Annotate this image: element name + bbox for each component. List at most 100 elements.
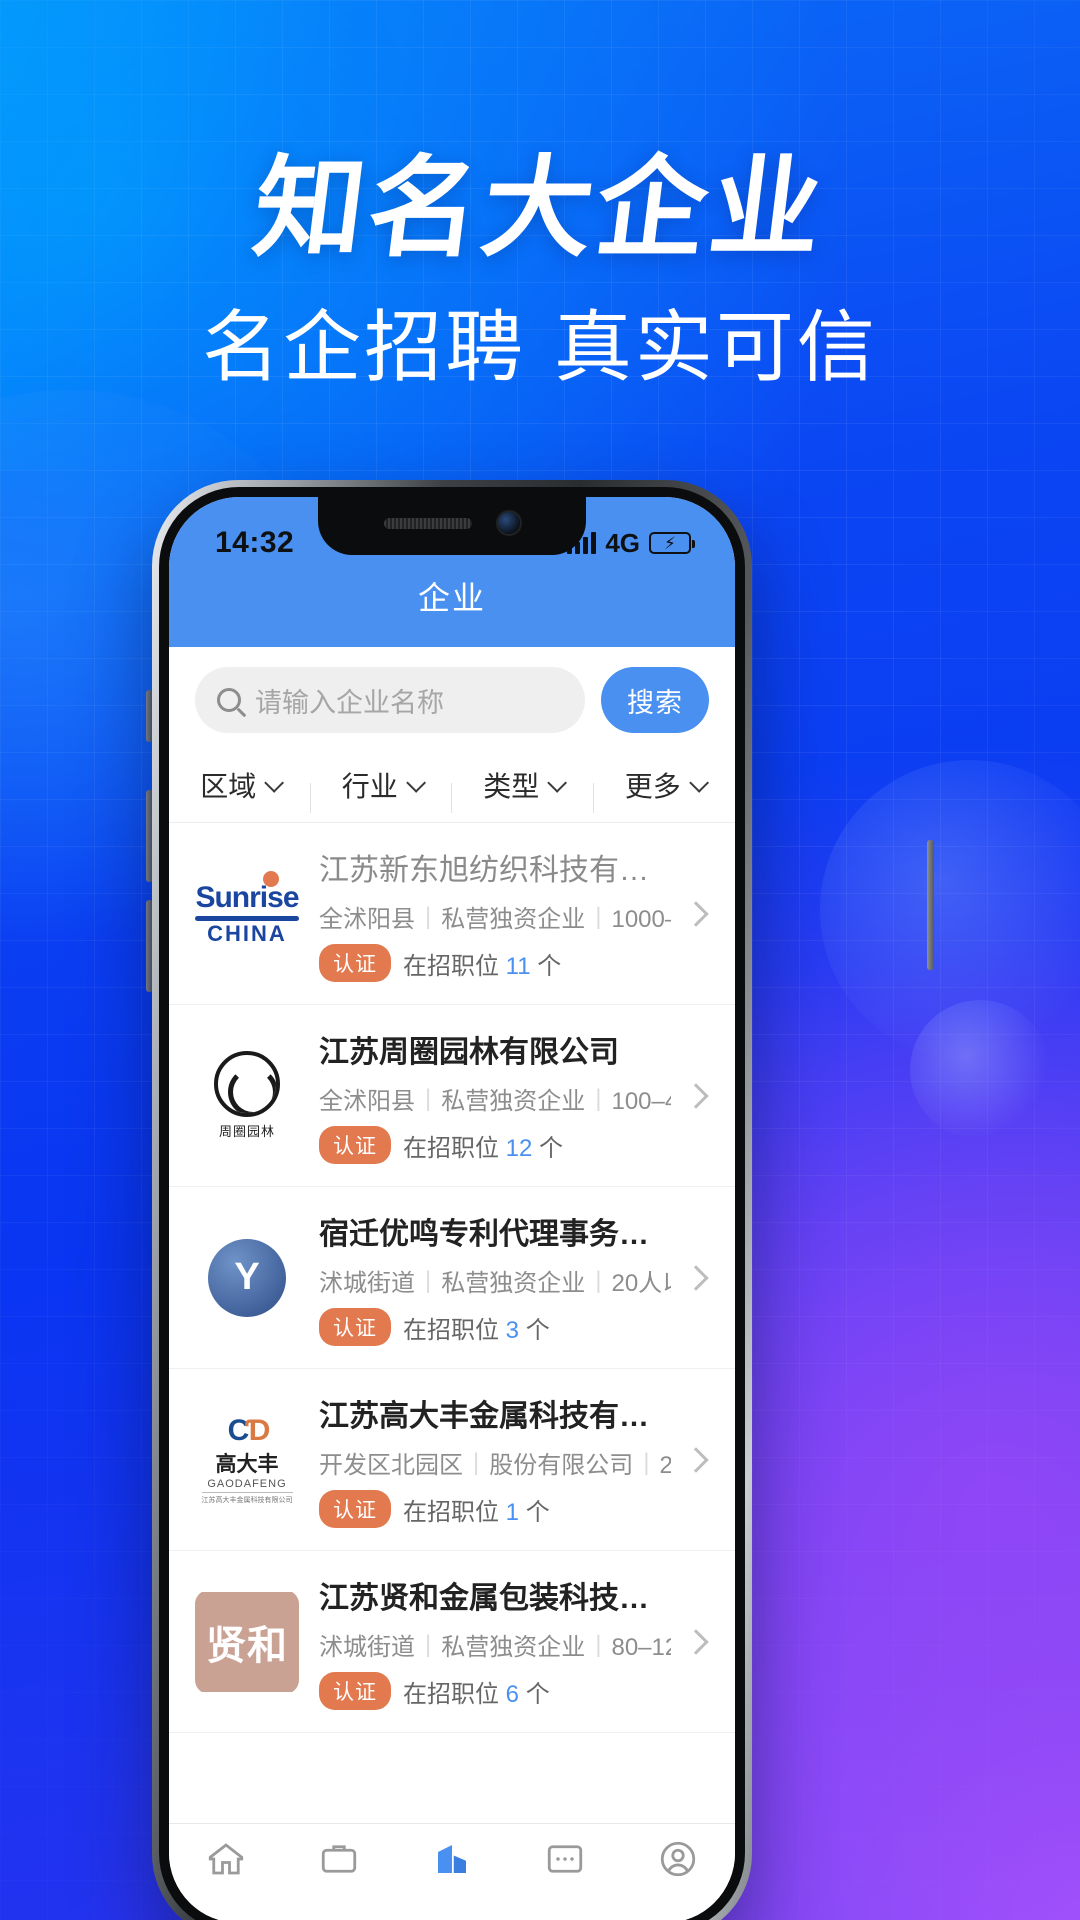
phone-screen: 14:32 4G ⚡ 企业 请输入企业名称 搜索 区域 行业 类型 更多 Sun… xyxy=(169,497,735,1920)
search-button[interactable]: 搜索 xyxy=(601,667,709,733)
company-logo: 贤和 xyxy=(191,1591,303,1692)
job-count-value: 12 xyxy=(505,1134,533,1162)
job-count-suffix: 个 xyxy=(525,1680,550,1708)
battery-charging-icon: ⚡ xyxy=(649,532,695,554)
job-count-prefix: 在招职位 xyxy=(403,1316,499,1344)
logo-mark xyxy=(214,1051,280,1117)
job-count-suffix: 个 xyxy=(525,1498,550,1526)
chevron-right-icon xyxy=(683,1446,709,1473)
meta-separator: | xyxy=(425,902,432,930)
company-meta: 沭城街道 | 私营独资企业 | 20人以下人 xyxy=(319,1263,671,1298)
job-count-suffix: 个 xyxy=(537,952,562,980)
company-logo: CƊ 高大丰 GAODAFENG 江苏高大丰金属科技有限公司 xyxy=(191,1410,303,1510)
company-meta: 全沭阳县 | 私营独资企业 | 100–499人 xyxy=(319,1081,671,1116)
tab-home[interactable] xyxy=(169,1838,282,1880)
profile-icon xyxy=(661,1841,696,1877)
meta-separator: | xyxy=(473,1448,480,1476)
company-logo: Sunrise CHINA xyxy=(191,864,303,964)
table-row[interactable]: Sunrise CHINA 江苏新东旭纺织科技有限公司 全沭阳县 | 私营独资企… xyxy=(169,823,735,1005)
logo-wave xyxy=(195,915,299,921)
company-size: 100–499人 xyxy=(611,1088,671,1115)
company-status-row: 认证 在招职位 11 个 xyxy=(319,944,671,982)
company-body: 江苏高大丰金属科技有限公司 开发区北园区 | 股份有限公司 | 20–99人 认… xyxy=(319,1391,671,1528)
phone-notch xyxy=(318,497,586,555)
company-size: 20–99人 xyxy=(659,1445,671,1480)
company-district: 沭城街道 xyxy=(319,1270,415,1297)
meta-separator: | xyxy=(643,1448,650,1476)
company-nature: 私营独资企业 xyxy=(441,1270,586,1297)
filter-more[interactable]: 更多 xyxy=(594,765,736,805)
company-body: 江苏贤和金属包装科技有限公司 沭城街道 | 私营独资企业 | 80–120人 认… xyxy=(319,1573,671,1710)
sunrise-china-logo: Sunrise CHINA xyxy=(195,870,300,945)
status-indicators: 4G ⚡ xyxy=(567,527,695,559)
company-district: 全沭阳县 xyxy=(319,906,415,933)
tab-messages[interactable] xyxy=(509,1838,622,1880)
poster-subline: 名企招聘 真实可信 xyxy=(202,303,878,393)
company-status-row: 认证 在招职位 12 个 xyxy=(319,1126,671,1164)
logo-footer: 江苏高大丰金属科技有限公司 xyxy=(201,1492,293,1505)
status-badge: 认证 xyxy=(319,944,391,982)
phone-mockup: 14:32 4G ⚡ 企业 请输入企业名称 搜索 区域 行业 类型 更多 Sun… xyxy=(152,480,752,1920)
filter-type[interactable]: 类型 xyxy=(452,765,594,813)
table-row[interactable]: 贤和 江苏贤和金属包装科技有限公司 沭城街道 | 私营独资企业 | 80–120… xyxy=(169,1551,735,1733)
company-name: 江苏高大丰金属科技有限公司 xyxy=(319,1400,671,1433)
phone-bezel: 14:32 4G ⚡ 企业 请输入企业名称 搜索 区域 行业 类型 更多 Sun… xyxy=(159,487,745,1920)
search-row: 请输入企业名称 搜索 xyxy=(169,647,735,747)
filter-industry[interactable]: 行业 xyxy=(311,765,453,813)
table-row[interactable]: 宿迁优鸣专利代理事务所（普通... 沭城街道 | 私营独资企业 | 20人以下人… xyxy=(169,1187,735,1369)
job-count-prefix: 在招职位 xyxy=(403,1134,499,1162)
company-meta: 开发区北园区 | 股份有限公司 | 20–99人 xyxy=(319,1445,671,1480)
app-header: 企业 xyxy=(169,573,735,647)
company-meta: 沭城街道 | 私营独资企业 | 80–120人 xyxy=(319,1627,671,1662)
chevron-down-icon xyxy=(264,772,285,793)
filter-region[interactable]: 区域 xyxy=(169,765,311,813)
company-size: 20人以下人 xyxy=(611,1270,671,1297)
logo-subtext: GAODAFENG xyxy=(207,1478,287,1490)
company-status-row: 认证 在招职位 3 个 xyxy=(319,1308,671,1346)
filter-more-label: 更多 xyxy=(624,770,681,802)
tab-company[interactable] xyxy=(395,1838,508,1880)
search-icon xyxy=(217,688,241,712)
filter-industry-label: 行业 xyxy=(341,770,398,802)
job-count-prefix: 在招职位 xyxy=(403,1498,499,1526)
company-status-row: 认证 在招职位 6 个 xyxy=(319,1672,671,1710)
company-name: 宿迁优鸣专利代理事务所（普通... xyxy=(319,1218,671,1251)
company-name: 江苏周圈园林有限公司 xyxy=(319,1036,619,1069)
tab-jobs[interactable] xyxy=(282,1838,395,1880)
tab-profile[interactable] xyxy=(622,1838,735,1880)
company-nature: 私营独资企业 xyxy=(441,1634,586,1661)
search-input[interactable]: 请输入企业名称 xyxy=(195,667,585,733)
company-icon xyxy=(438,1845,466,1873)
chevron-right-icon xyxy=(683,900,709,927)
chevron-right-icon xyxy=(683,1264,709,1291)
company-status-row: 认证 在招职位 1 个 xyxy=(319,1490,671,1528)
meta-separator: | xyxy=(595,1084,602,1112)
table-row[interactable]: 周圈园林 江苏周圈园林有限公司 全沭阳县 | 私营独资企业 | 100–499人… xyxy=(169,1005,735,1187)
company-body: 江苏周圈园林有限公司 全沭阳县 | 私营独资企业 | 100–499人 认证 在… xyxy=(319,1027,671,1164)
xianhe-logo: 贤和 xyxy=(195,1591,299,1692)
company-district: 沭城街道 xyxy=(319,1634,415,1661)
table-row[interactable]: CƊ 高大丰 GAODAFENG 江苏高大丰金属科技有限公司 江苏高大丰金属科技… xyxy=(169,1369,735,1551)
company-nature: 私营独资企业 xyxy=(441,906,586,933)
company-district: 全沭阳县 xyxy=(319,1088,415,1115)
page-title: 企业 xyxy=(417,580,486,616)
home-icon xyxy=(208,1843,243,1875)
company-name: 江苏贤和金属包装科技有限公司 xyxy=(319,1582,671,1615)
zhouquan-garden-logo: 周圈园林 xyxy=(214,1051,280,1140)
company-logo: 周圈园林 xyxy=(191,1046,303,1146)
poster-headline: 知名大企业 xyxy=(247,144,833,272)
headline-wrapper: 知名大企业 xyxy=(0,144,1080,272)
company-nature: 股份有限公司 xyxy=(489,1452,634,1479)
company-body: 宿迁优鸣专利代理事务所（普通... 沭城街道 | 私营独资企业 | 20人以下人… xyxy=(319,1209,671,1346)
meta-separator: | xyxy=(595,902,602,930)
gaodafeng-logo: CƊ 高大丰 GAODAFENG 江苏高大丰金属科技有限公司 xyxy=(201,1414,293,1505)
job-count: 在招职位 12 个 xyxy=(403,1128,563,1163)
status-bar: 14:32 4G ⚡ xyxy=(169,497,735,573)
job-count: 在招职位 3 个 xyxy=(403,1310,550,1345)
company-size: 1000–9999人 xyxy=(611,906,671,933)
job-count: 在招职位 1 个 xyxy=(403,1492,550,1527)
chevron-down-icon xyxy=(547,772,568,793)
logo-wordmark: Sunrise xyxy=(195,880,299,914)
job-count-suffix: 个 xyxy=(525,1316,550,1344)
network-type-label: 4G xyxy=(605,527,640,558)
